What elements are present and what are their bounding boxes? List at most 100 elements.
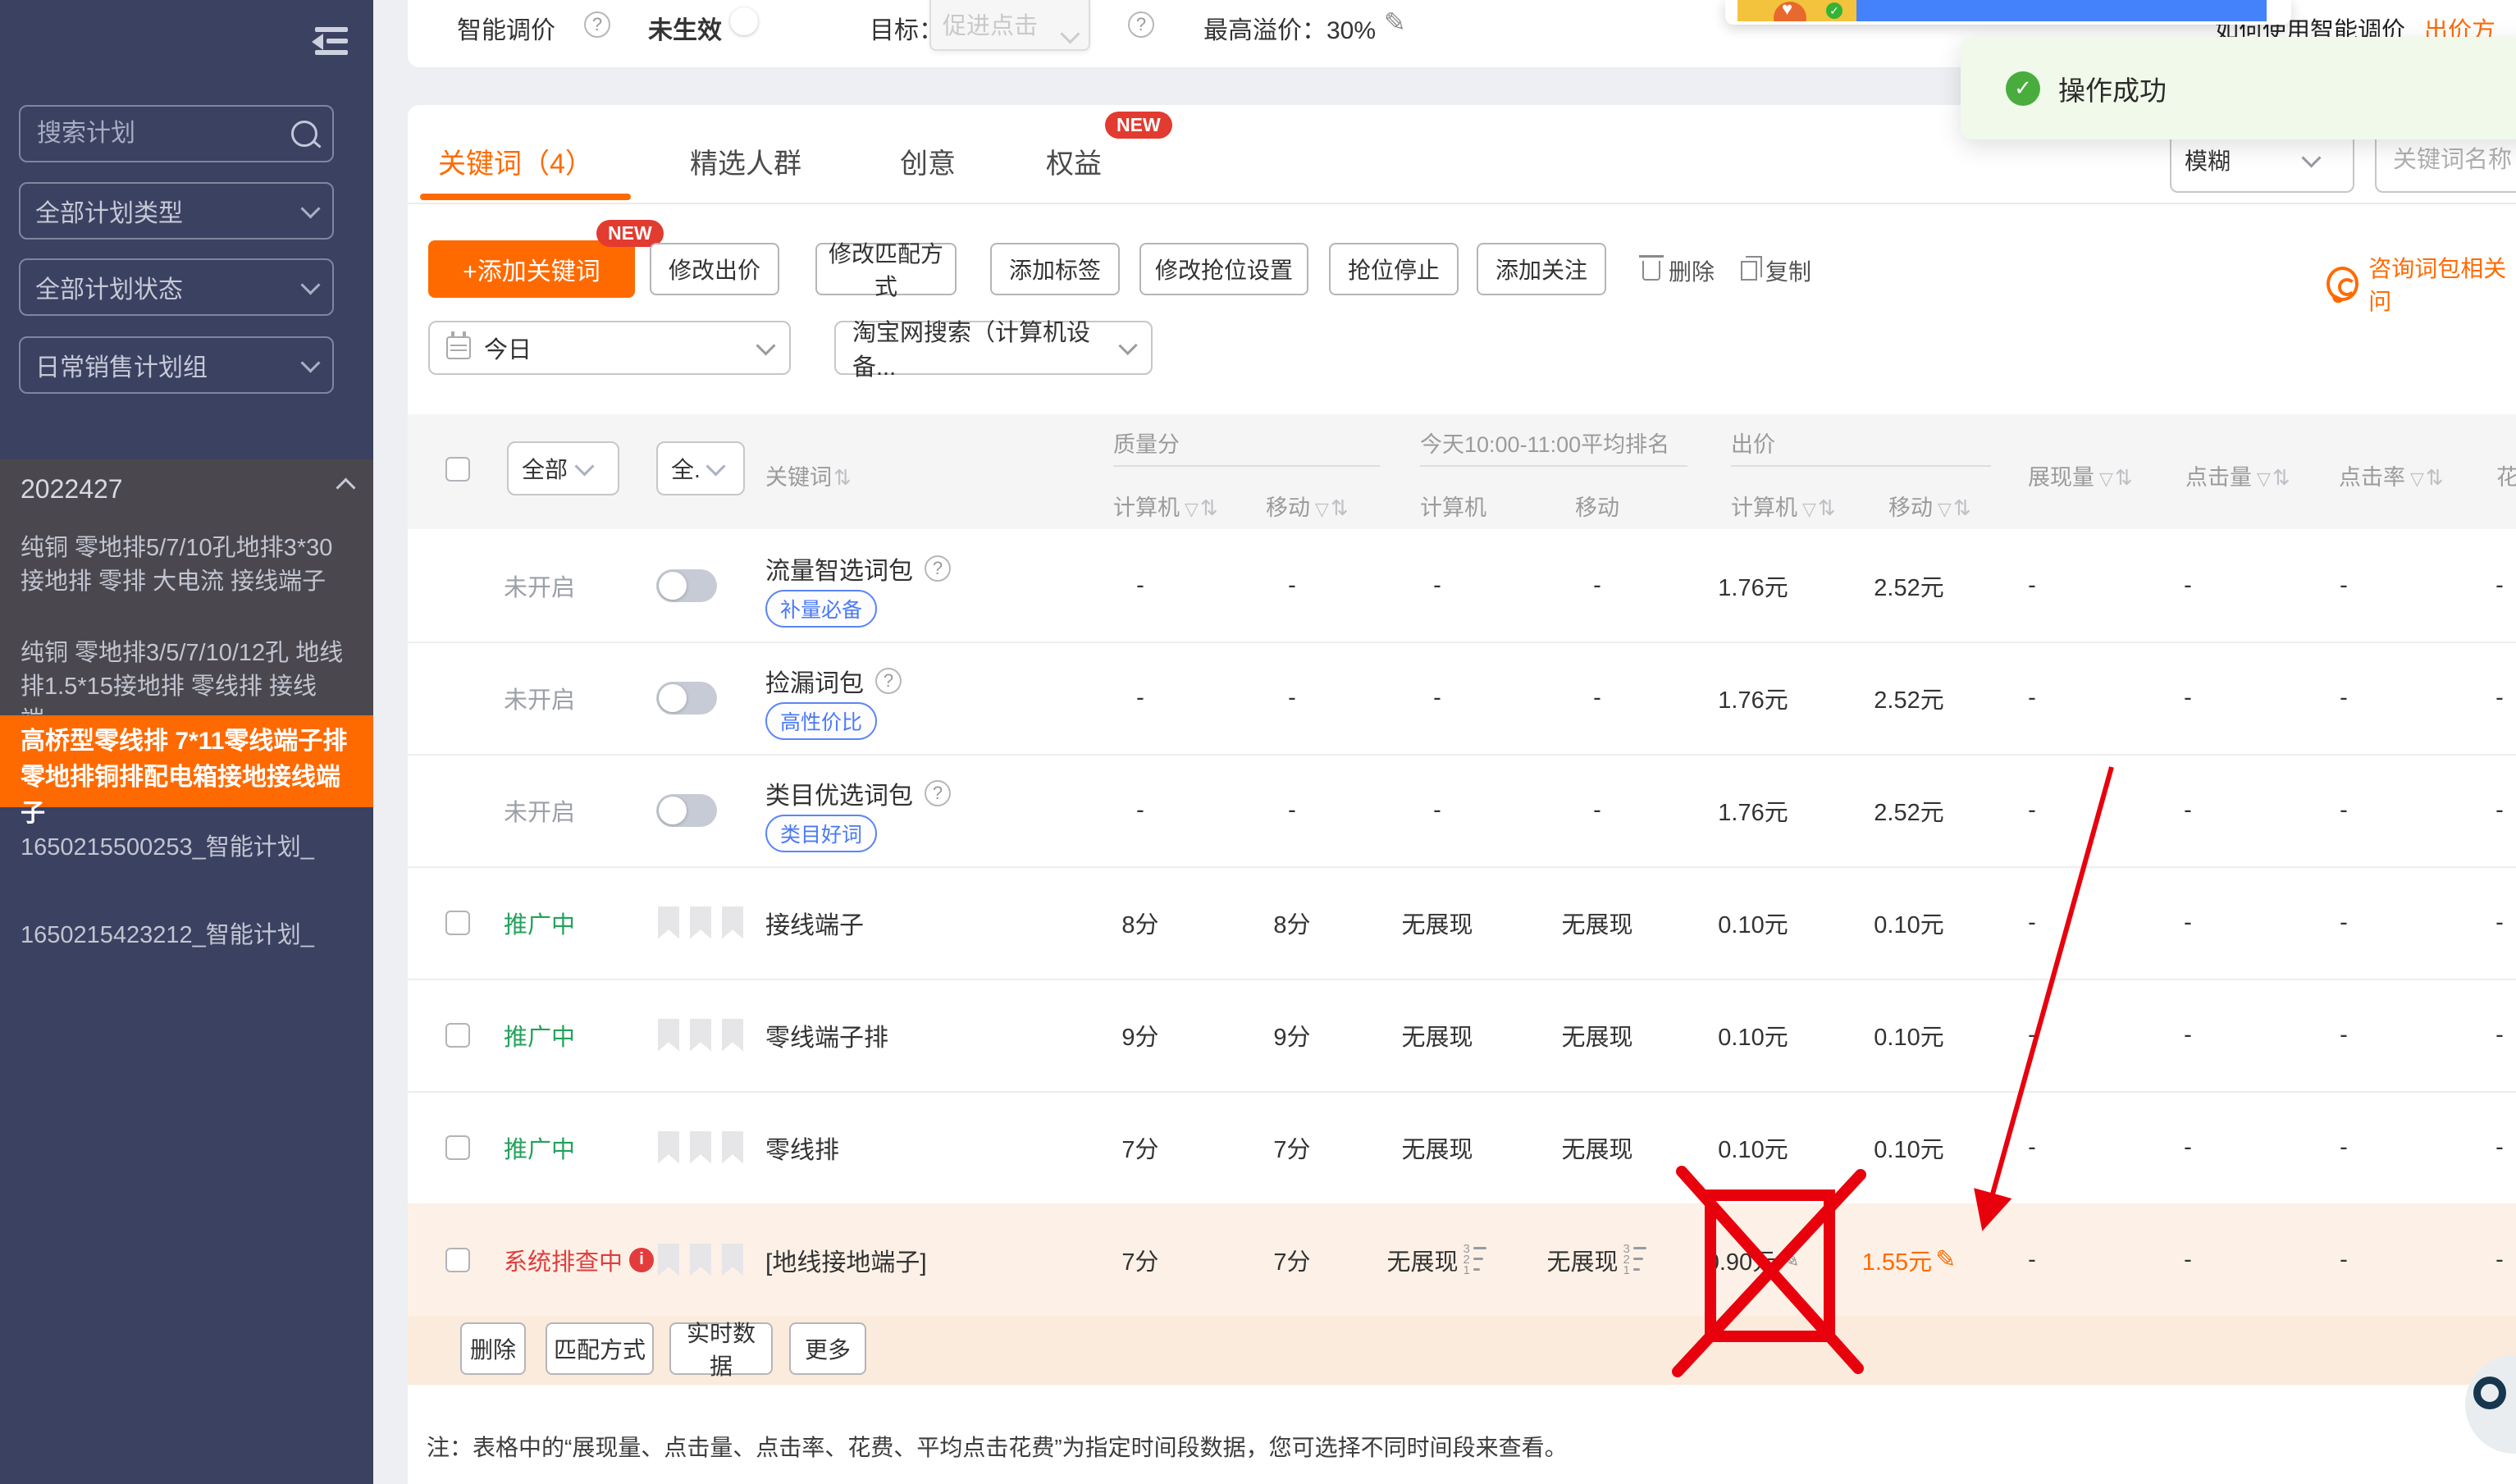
target-select[interactable]: 促进点击 (929, 0, 1090, 51)
plan-group-name: 2022427 (21, 474, 123, 505)
cell-bid-mobile: 0.10元 (1847, 906, 1970, 940)
help-icon[interactable]: ? (1128, 11, 1154, 38)
select-all-checkbox[interactable] (445, 457, 470, 482)
keyword-name: [地线接地端子] (765, 1242, 927, 1278)
col-bid-pc[interactable]: 计算机▽⇅ (1731, 490, 1836, 522)
tag-flags (658, 1131, 754, 1164)
bookmark-icon[interactable] (722, 906, 743, 939)
sort-icon[interactable]: ⇅ (2115, 465, 2133, 490)
tab-benefits[interactable]: 权益 (1046, 141, 1102, 181)
edit-premium-icon[interactable]: ✎ (1384, 7, 1406, 38)
row-toggle[interactable] (656, 794, 717, 827)
plan-search-box[interactable] (19, 105, 334, 162)
bookmark-icon[interactable] (658, 906, 679, 939)
row-checkbox[interactable] (445, 1135, 470, 1160)
filter-icon[interactable]: ▽ (1315, 499, 1329, 519)
sidebar-plan-item[interactable]: 1650215423212_智能计划_ (21, 919, 355, 952)
sort-icon[interactable]: ⇅ (2272, 465, 2290, 490)
more-button[interactable]: 更多 (789, 1322, 866, 1375)
realtime-data-button[interactable]: 实时数据 (669, 1322, 773, 1375)
rank-list-icon[interactable]: 321 (1623, 1244, 1648, 1276)
modify-bid-button[interactable]: 修改出价 (650, 243, 779, 295)
bookmark-icon[interactable] (658, 1244, 679, 1276)
plan-group-select[interactable]: 日常销售计划组 (19, 336, 334, 394)
stop-position-button[interactable]: 抢位停止 (1329, 243, 1459, 295)
bookmark-icon[interactable] (690, 1019, 711, 1052)
filter-icon[interactable]: ▽ (2257, 468, 2271, 489)
bookmark-icon[interactable] (658, 1131, 679, 1164)
modify-match-button[interactable]: 修改匹配方式 (815, 243, 957, 295)
delete-action[interactable]: 删除 (1642, 254, 1715, 287)
rank-list-icon[interactable]: 321 (1463, 1244, 1488, 1276)
copy-action[interactable]: 复制 (1741, 254, 1811, 287)
bookmark-icon[interactable] (722, 1244, 743, 1276)
sidebar: 全部计划类型 全部计划状态 日常销售计划组 2022427 纯铜 零地排5/7/… (0, 0, 373, 1484)
sort-icon[interactable]: ⇅ (1818, 495, 1836, 520)
add-watch-button[interactable]: 添加关注 (1477, 243, 1606, 295)
sort-icon[interactable]: ⇅ (1200, 495, 1218, 520)
tab-audience[interactable]: 精选人群 (690, 141, 801, 181)
filter-sub-select[interactable]: 全. (656, 441, 745, 495)
bookmark-icon[interactable] (722, 1131, 743, 1164)
sort-icon[interactable]: ⇅ (1331, 495, 1349, 520)
cell-ctr: - (2295, 1134, 2393, 1161)
col-bid-mobile[interactable]: 移动▽⇅ (1888, 490, 1971, 522)
tab-keywords[interactable]: 关键词（4） (438, 141, 593, 181)
row-toggle[interactable] (656, 569, 717, 602)
sort-icon[interactable]: ⇅ (2426, 465, 2444, 490)
help-icon[interactable]: ? (875, 668, 902, 694)
tab-creative[interactable]: 创意 (900, 141, 956, 181)
help-icon[interactable]: ? (584, 11, 610, 38)
plan-type-select[interactable]: 全部计划类型 (19, 182, 334, 240)
delete-selected-button[interactable]: 删除 (460, 1322, 526, 1375)
edit-bid-icon[interactable]: ✎ (1935, 1245, 1956, 1274)
filter-icon[interactable]: ▽ (2099, 468, 2113, 489)
match-type-button[interactable]: 匹配方式 (546, 1322, 654, 1375)
filter-all-select[interactable]: 全部 (507, 441, 619, 495)
add-tag-button[interactable]: 添加标签 (990, 243, 1120, 295)
col-quality-mobile[interactable]: 移动▽⇅ (1266, 490, 1349, 522)
plan-status-select[interactable]: 全部计划状态 (19, 258, 334, 316)
plan-search-input[interactable] (35, 119, 285, 148)
row-checkbox[interactable] (445, 911, 470, 935)
col-cost[interactable]: 花费 (2496, 459, 2516, 491)
filter-icon[interactable]: ▽ (2410, 468, 2424, 489)
consult-wordpack-link[interactable]: 咨询词包相关问 (2327, 251, 2516, 317)
col-clicks[interactable]: 点击量▽⇅ (2185, 459, 2290, 491)
bookmark-icon[interactable] (690, 1244, 711, 1276)
help-icon[interactable]: ? (925, 780, 951, 806)
add-keyword-button[interactable]: +添加关键词 (428, 240, 635, 298)
bookmark-icon[interactable] (690, 1131, 711, 1164)
sidebar-plan-item-selected[interactable]: 高桥型零线排 7*11零线端子排零地排铜排配电箱接地接线端子 (0, 715, 373, 807)
filter-all-value: 全部 (522, 452, 568, 485)
col-ctr[interactable]: 点击率▽⇅ (2339, 459, 2444, 491)
row-checkbox[interactable] (445, 1248, 470, 1272)
alert-info-icon[interactable]: i (629, 1248, 654, 1272)
sidebar-plan-item[interactable]: 1650215500253_智能计划_ (21, 831, 355, 865)
bookmark-icon[interactable] (658, 1019, 679, 1052)
col-keyword[interactable]: 关键词⇅ (765, 459, 852, 491)
cell-rank-pc: 无展现 (1372, 906, 1503, 940)
sidebar-plan-item[interactable]: 纯铜 零地排5/7/10孔地排3*30接地排 零排 大电流 接线端子 (21, 532, 355, 599)
bookmark-icon[interactable] (690, 906, 711, 939)
channel-select[interactable]: 淘宝网搜索（计算机设备... (834, 321, 1153, 375)
cell-rank-mobile: - (1532, 797, 1663, 824)
help-icon[interactable]: ? (925, 555, 951, 582)
col-quality-pc[interactable]: 计算机▽⇅ (1113, 490, 1218, 522)
sort-icon[interactable]: ⇅ (1953, 495, 1971, 520)
edit-bid-icon[interactable]: ✎ (1779, 1245, 1800, 1274)
channel-value: 淘宝网搜索（计算机设备... (852, 313, 1121, 382)
filter-icon[interactable]: ▽ (1802, 499, 1816, 519)
date-range-select[interactable]: 今日 (428, 321, 791, 375)
row-toggle[interactable] (656, 682, 717, 715)
filter-icon[interactable]: ▽ (1938, 499, 1952, 519)
modify-position-button[interactable]: 修改抢位设置 (1139, 243, 1308, 295)
collapse-sidebar-icon[interactable] (313, 27, 348, 57)
col-impressions[interactable]: 展现量▽⇅ (2028, 459, 2133, 491)
sort-icon[interactable]: ⇅ (833, 465, 852, 490)
table-row: 未开启 捡漏词包? 高性价比 - - - - 1.76元 2.52元 - - -… (408, 642, 2516, 756)
row-checkbox[interactable] (445, 1023, 470, 1048)
plan-group-header[interactable]: 2022427 (21, 474, 353, 505)
bookmark-icon[interactable] (722, 1019, 743, 1052)
filter-icon[interactable]: ▽ (1185, 499, 1199, 519)
